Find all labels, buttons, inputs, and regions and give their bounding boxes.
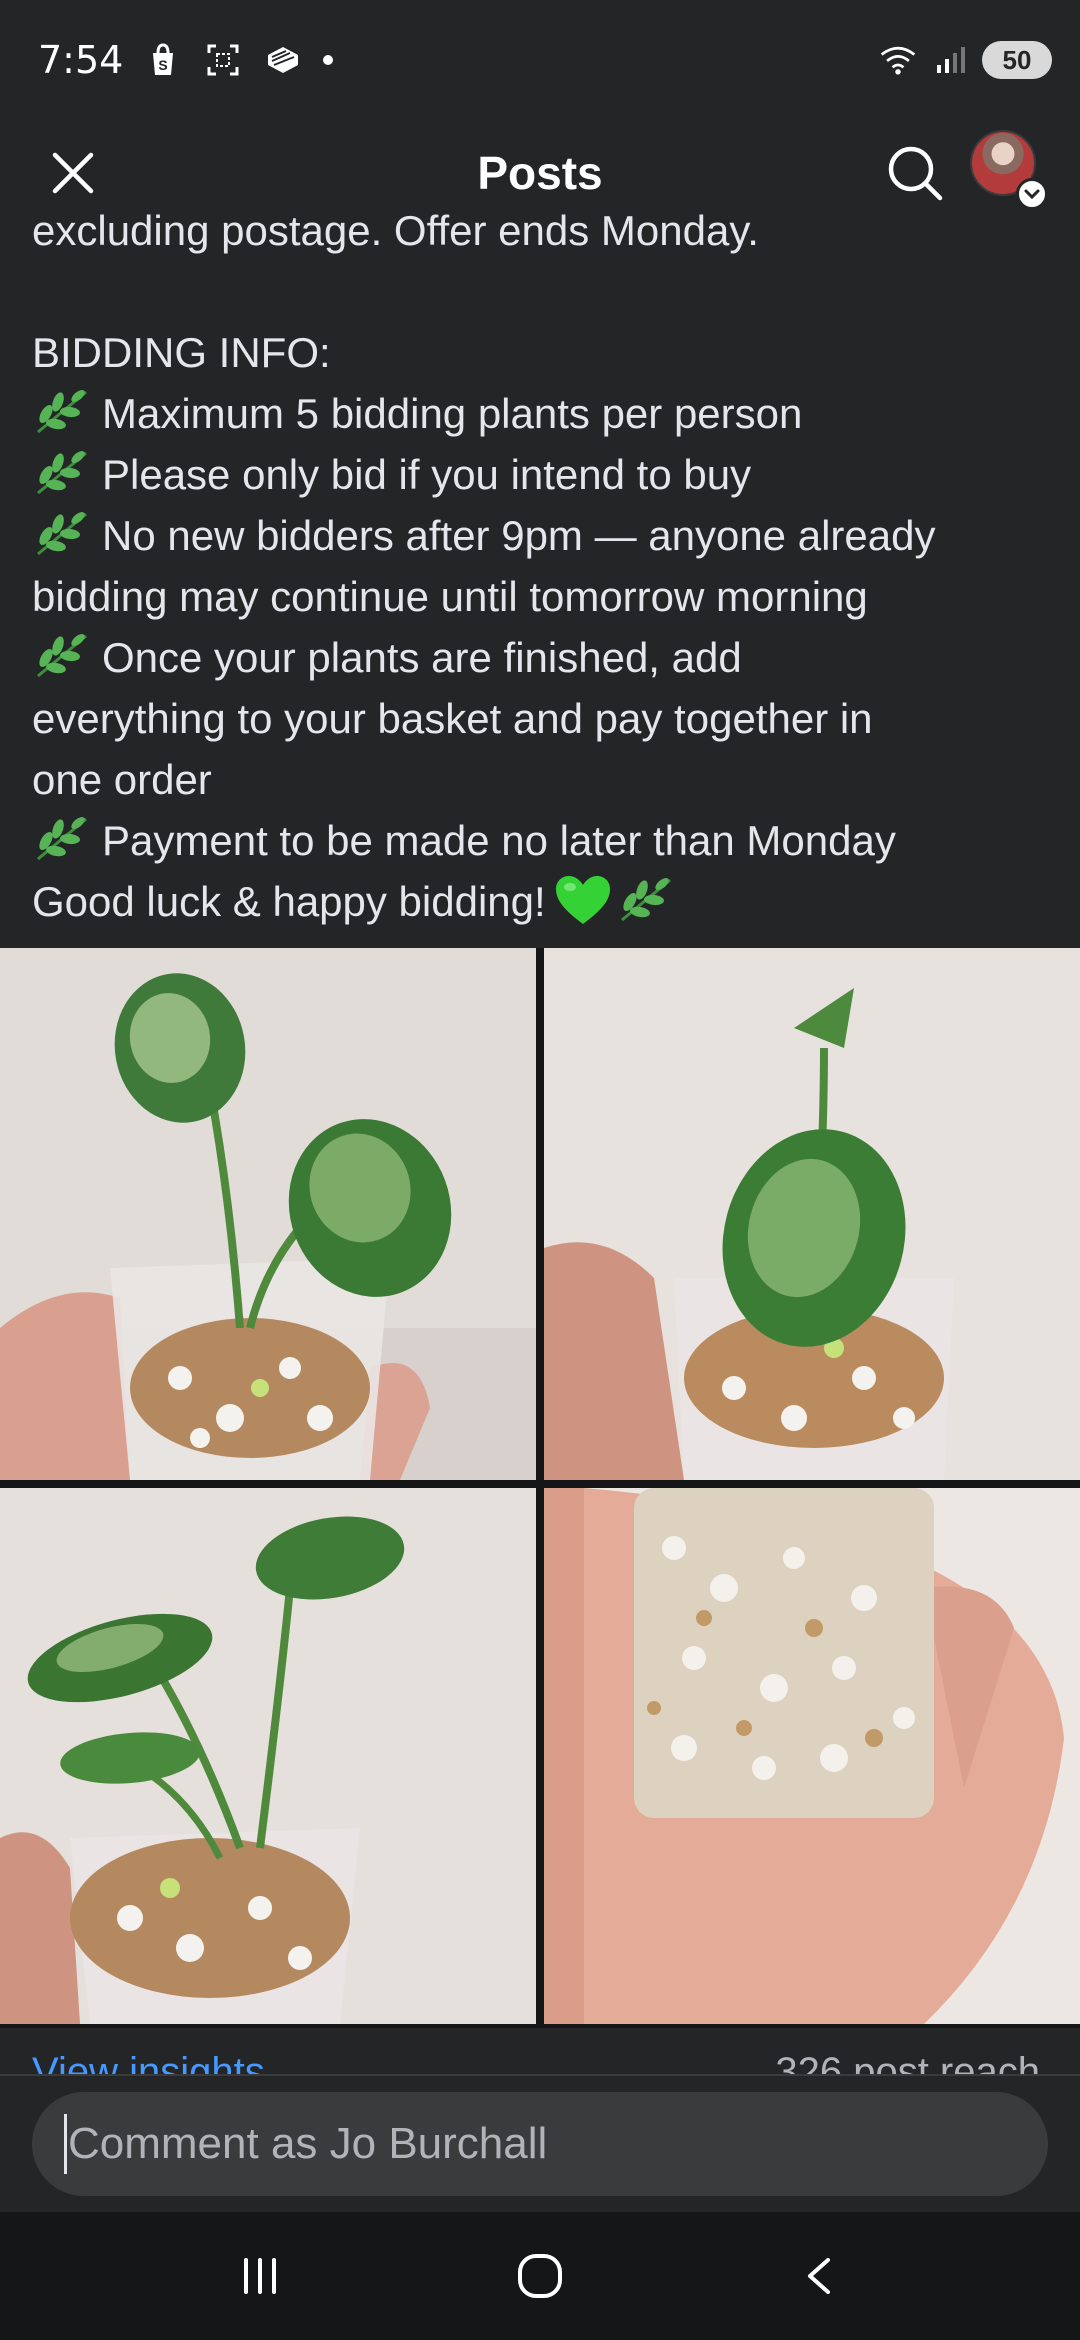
screenshot-icon <box>203 40 243 80</box>
post-bullet: No new bidders after 9pm — anyone alread… <box>32 505 1052 566</box>
stack-icon <box>263 40 303 80</box>
search-button[interactable] <box>880 138 950 208</box>
text-cursor <box>64 2114 67 2174</box>
leaf-icon <box>37 634 87 678</box>
post-body: BIDDING INFO: Maximum 5 bidding plants p… <box>32 322 1052 932</box>
status-bar: 7:54 S 50 <box>0 0 1080 120</box>
wifi-icon <box>878 40 918 80</box>
search-icon <box>888 146 943 201</box>
green-heart-icon <box>555 876 610 924</box>
post-closing: Good luck & happy bidding! <box>32 871 1052 932</box>
post-photo-2[interactable] <box>544 948 1080 1480</box>
back-button[interactable] <box>775 2231 865 2321</box>
post-text-line: everything to your basket and pay togeth… <box>32 695 873 742</box>
app-header: Posts <box>0 120 1080 225</box>
bullet-text: No new bidders after 9pm — anyone alread… <box>102 512 936 559</box>
photo-grid <box>0 948 1080 2028</box>
post-photo-3[interactable] <box>0 1488 536 2024</box>
comment-bar <box>0 2076 1080 2212</box>
notification-dot <box>323 55 334 65</box>
bidding-heading: BIDDING INFO: <box>32 329 331 376</box>
bullet-text: Maximum 5 bidding plants per person <box>102 390 803 437</box>
svg-text:S: S <box>159 57 168 73</box>
system-nav-bar <box>0 2212 1080 2340</box>
post-bullet: Maximum 5 bidding plants per person <box>32 383 1052 444</box>
post-bullet: Once your plants are finished, add <box>32 627 1052 688</box>
status-time: 7:54 <box>38 38 124 82</box>
bullet-text: Once your plants are finished, add <box>102 634 742 681</box>
post-bullet: Payment to be made no later than Monday <box>32 810 1052 871</box>
battery-indicator: 50 <box>982 41 1052 79</box>
signal-icon <box>930 40 970 80</box>
closing-text: Good luck & happy bidding! <box>32 878 546 925</box>
home-icon <box>518 2254 562 2298</box>
leaf-icon <box>37 512 87 556</box>
leaf-icon <box>37 817 87 861</box>
leaf-icon <box>37 390 87 434</box>
recent-apps-button[interactable] <box>215 2231 305 2321</box>
back-icon <box>808 2258 830 2294</box>
close-icon <box>52 152 94 194</box>
chevron-down-icon <box>1016 178 1048 210</box>
post-photo-4[interactable] <box>544 1488 1080 2024</box>
page-title: Posts <box>477 146 603 199</box>
post-bullet: Please only bid if you intend to buy <box>32 444 1052 505</box>
recent-apps-icon <box>244 2258 276 2294</box>
shopify-icon: S <box>143 40 183 80</box>
status-left: 7:54 S <box>38 38 334 82</box>
profile-switcher[interactable] <box>970 130 1048 210</box>
leaf-icon <box>37 451 87 495</box>
bullet-text: Payment to be made no later than Monday <box>102 817 896 864</box>
comment-input[interactable] <box>32 2092 1048 2196</box>
close-button[interactable] <box>38 138 108 208</box>
post-photo-1[interactable] <box>0 948 536 1480</box>
view-insights-link[interactable]: View insights <box>32 2050 265 2074</box>
post-text-line: one order <box>32 756 212 803</box>
status-right: 50 <box>878 40 1052 80</box>
insights-row: View insights 326 post reach <box>0 2028 1080 2074</box>
bullet-text: Please only bid if you intend to buy <box>102 451 752 498</box>
post-text-line: bidding may continue until tomorrow morn… <box>32 573 868 620</box>
leaf-icon <box>620 878 671 922</box>
post-reach: 326 post reach <box>775 2050 1040 2074</box>
home-button[interactable] <box>495 2231 585 2321</box>
